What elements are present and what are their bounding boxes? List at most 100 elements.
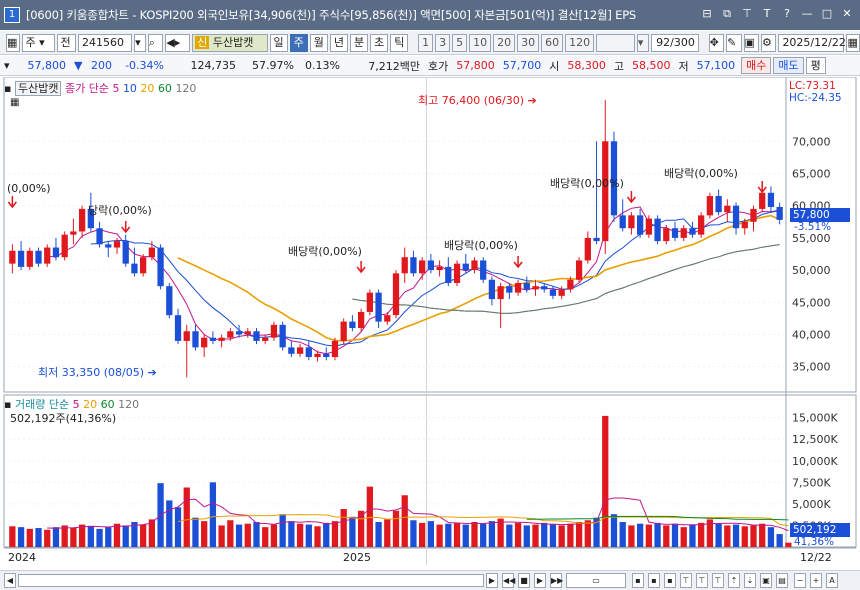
period-tick[interactable]: 틱 — [390, 33, 409, 52]
volume-bar — [750, 525, 757, 547]
volume-bar — [105, 527, 112, 547]
candle-body — [706, 196, 714, 216]
period-year[interactable]: 년 — [329, 33, 348, 52]
candle-body — [314, 353, 321, 358]
crosshair-icon[interactable]: ✥ — [708, 33, 725, 52]
candle-body — [445, 266, 452, 283]
candle-body — [427, 260, 435, 271]
scroll-track[interactable] — [18, 574, 484, 587]
arrow-down-icon[interactable]: ⇣ — [744, 573, 756, 588]
chart-area[interactable]: 35,000 40,000 45,000 50,000 55,000 60,000 65,0… — [0, 76, 860, 570]
interval-1[interactable]: 1 — [418, 33, 434, 52]
interval-dropdown-icon[interactable]: ▾ — [636, 33, 649, 52]
interval-3[interactable]: 3 — [435, 33, 451, 52]
volume-bar — [253, 521, 260, 547]
close-button[interactable]: ✕ — [840, 7, 854, 21]
legend-collapse-icon[interactable]: ▪ — [4, 82, 11, 95]
zoom-slider[interactable]: ▭ — [566, 573, 626, 588]
layout-icon[interactable]: ⊟ — [700, 7, 714, 21]
auto-icon[interactable]: A — [826, 573, 838, 588]
search-icon[interactable]: ⌕ — [147, 33, 164, 52]
stock-name-box[interactable]: 신 두산밥캣 — [192, 33, 268, 52]
stock-code-input[interactable]: 241560 — [78, 33, 133, 52]
image-icon[interactable]: ▣ — [760, 573, 772, 588]
legend-ma120: 120 — [175, 82, 197, 95]
rewind-icon[interactable]: ◀◀ — [502, 573, 515, 588]
candle-body — [593, 237, 600, 242]
marker-icon-2[interactable]: ⊤ — [696, 573, 708, 588]
period-minute[interactable]: 분 — [350, 33, 369, 52]
period-month[interactable]: 월 — [309, 33, 328, 52]
settings-icon[interactable]: ⚙ — [760, 33, 777, 52]
interval-custom-input[interactable] — [596, 33, 635, 52]
interval-20[interactable]: 20 — [493, 33, 516, 52]
candle-body — [148, 247, 156, 258]
candle-body — [628, 215, 635, 229]
save-icon[interactable]: ▣ — [743, 33, 759, 52]
volume-bar — [44, 529, 51, 547]
maximize-button[interactable]: □ — [820, 7, 834, 21]
copy-window-icon[interactable]: ⧉ — [720, 7, 734, 21]
calendar-icon[interactable]: ▦ — [846, 33, 860, 52]
candle-body — [44, 247, 51, 264]
interval-60[interactable]: 60 — [541, 33, 564, 52]
table-view-icon[interactable]: ▦ — [10, 97, 19, 108]
legend-stock-tag[interactable]: 두산밥캣 — [14, 81, 62, 96]
period-day[interactable]: 일 — [269, 33, 288, 52]
marker-icon-1[interactable]: ⊤ — [680, 573, 692, 588]
scroll-right-icon[interactable]: ▶ — [486, 573, 498, 588]
interval-30[interactable]: 30 — [517, 33, 540, 52]
buy-button[interactable]: 매수 — [741, 57, 772, 74]
candle-body — [767, 192, 775, 207]
zoom-icon-1[interactable]: ▪ — [632, 573, 644, 588]
data-count[interactable]: 92/300 — [650, 33, 699, 52]
draw-tool-icon[interactable]: ✎ — [726, 33, 742, 52]
interval-10[interactable]: 10 — [469, 33, 492, 52]
candle-body — [375, 292, 382, 322]
volume-bar — [218, 525, 225, 547]
fast-forward-icon[interactable]: ▶▶ — [550, 573, 563, 588]
interval-5[interactable]: 5 — [452, 33, 468, 52]
candle-body — [113, 241, 121, 248]
volume-bar — [453, 522, 461, 547]
prev-button[interactable]: 전 — [56, 33, 77, 52]
scroll-bar[interactable]: ◀ ▶ ◀◀ ■ ▶ ▶▶ ▭ ▪ ▪ ▪ ⊤ ⊤ ⊤ ⇡ ⇣ ▣ ▤ − + … — [0, 570, 860, 590]
interval-120[interactable]: 120 — [565, 33, 595, 52]
font-icon[interactable]: T — [760, 7, 774, 21]
chart-icon[interactable]: ▤ — [776, 573, 788, 588]
stop-icon[interactable]: ■ — [518, 573, 530, 588]
candle-body — [192, 331, 199, 348]
chart-toolbar: ▦ 주 ▾ 전 241560 ▾ ⌕ ◀▸ 신 두산밥캣 일 주 월 년 분 초… — [0, 31, 860, 55]
marker-icon-3[interactable]: ⊤ — [712, 573, 724, 588]
date-input[interactable]: 2025/12/22 — [778, 33, 846, 52]
grid-menu-icon[interactable]: ▦ — [6, 33, 20, 52]
volume-bar — [384, 519, 391, 547]
pin-icon[interactable]: ⊤ — [740, 7, 754, 21]
chart-svg[interactable]: 35,00040,00045,00050,00055,00060,00065,0… — [0, 76, 860, 570]
evaluate-button[interactable]: 평 — [805, 57, 826, 74]
scroll-left-icon[interactable]: ◀ — [4, 573, 16, 588]
play-icon[interactable]: ▶ — [534, 573, 546, 588]
code-dropdown-icon[interactable]: ▾ — [134, 33, 146, 52]
candle-body — [105, 244, 112, 248]
period-week[interactable]: 주 — [289, 33, 308, 52]
speaker-icon[interactable]: ◀▸ — [165, 33, 191, 52]
period-select[interactable]: 주 ▾ — [21, 33, 55, 52]
zoom-icon-3[interactable]: ▪ — [664, 573, 676, 588]
zoom-icon-2[interactable]: ▪ — [648, 573, 660, 588]
candle-body — [331, 340, 339, 358]
sell-button[interactable]: 매도 — [773, 57, 804, 74]
arrow-up-icon[interactable]: ⇡ — [728, 573, 740, 588]
volume-bar — [17, 527, 25, 547]
legend-ma-label: 종가 단순 — [64, 82, 109, 95]
minimize-button[interactable]: — — [800, 7, 814, 21]
zoom-in-icon[interactable]: + — [810, 573, 822, 588]
help-icon[interactable]: ? — [780, 7, 794, 21]
volume-bar — [401, 495, 408, 547]
down-arrow-icon: ▼ — [74, 59, 83, 72]
period-second[interactable]: 초 — [370, 33, 389, 52]
candle-body — [645, 218, 652, 235]
zoom-out-icon[interactable]: − — [794, 573, 806, 588]
candle-body — [366, 292, 373, 312]
dividend-note-1: (0,00%) — [7, 182, 51, 195]
